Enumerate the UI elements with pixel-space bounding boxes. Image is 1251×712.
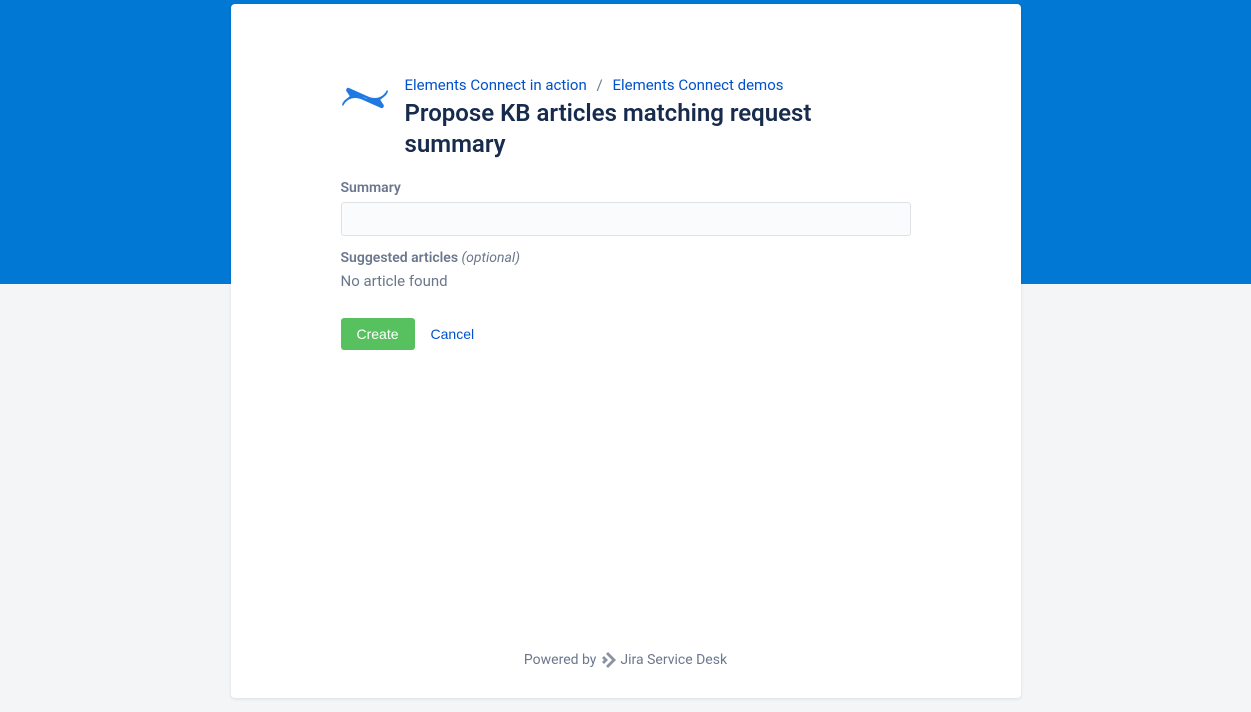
suggested-label-text: Suggested articles [341, 250, 459, 266]
summary-label: Summary [341, 180, 911, 196]
summary-input[interactable] [341, 202, 911, 236]
footer-product: Jira Service Desk [620, 652, 727, 668]
suggested-empty-state: No article found [341, 272, 911, 290]
breadcrumb-current-link[interactable]: Elements Connect demos [612, 76, 783, 94]
suggested-label: Suggested articles (optional) [341, 250, 911, 266]
confluence-icon [341, 78, 389, 118]
header-content: Elements Connect in action / Elements Co… [405, 76, 911, 160]
request-card: Elements Connect in action / Elements Co… [231, 4, 1021, 698]
header-row: Elements Connect in action / Elements Co… [341, 76, 911, 160]
jira-icon [600, 652, 616, 668]
breadcrumb: Elements Connect in action / Elements Co… [405, 76, 911, 94]
suggested-optional-text: (optional) [462, 250, 520, 266]
page-title: Propose KB articles matching request sum… [405, 98, 911, 160]
cancel-button[interactable]: Cancel [427, 318, 479, 350]
summary-field-group: Summary [341, 180, 911, 236]
footer-powered-by: Powered by [524, 652, 597, 668]
footer: Powered by Jira Service Desk [341, 632, 911, 668]
form-actions: Create Cancel [341, 318, 911, 350]
create-button[interactable]: Create [341, 318, 415, 350]
suggested-field-group: Suggested articles (optional) No article… [341, 250, 911, 290]
breadcrumb-parent-link[interactable]: Elements Connect in action [405, 76, 587, 94]
breadcrumb-separator: / [597, 76, 603, 94]
